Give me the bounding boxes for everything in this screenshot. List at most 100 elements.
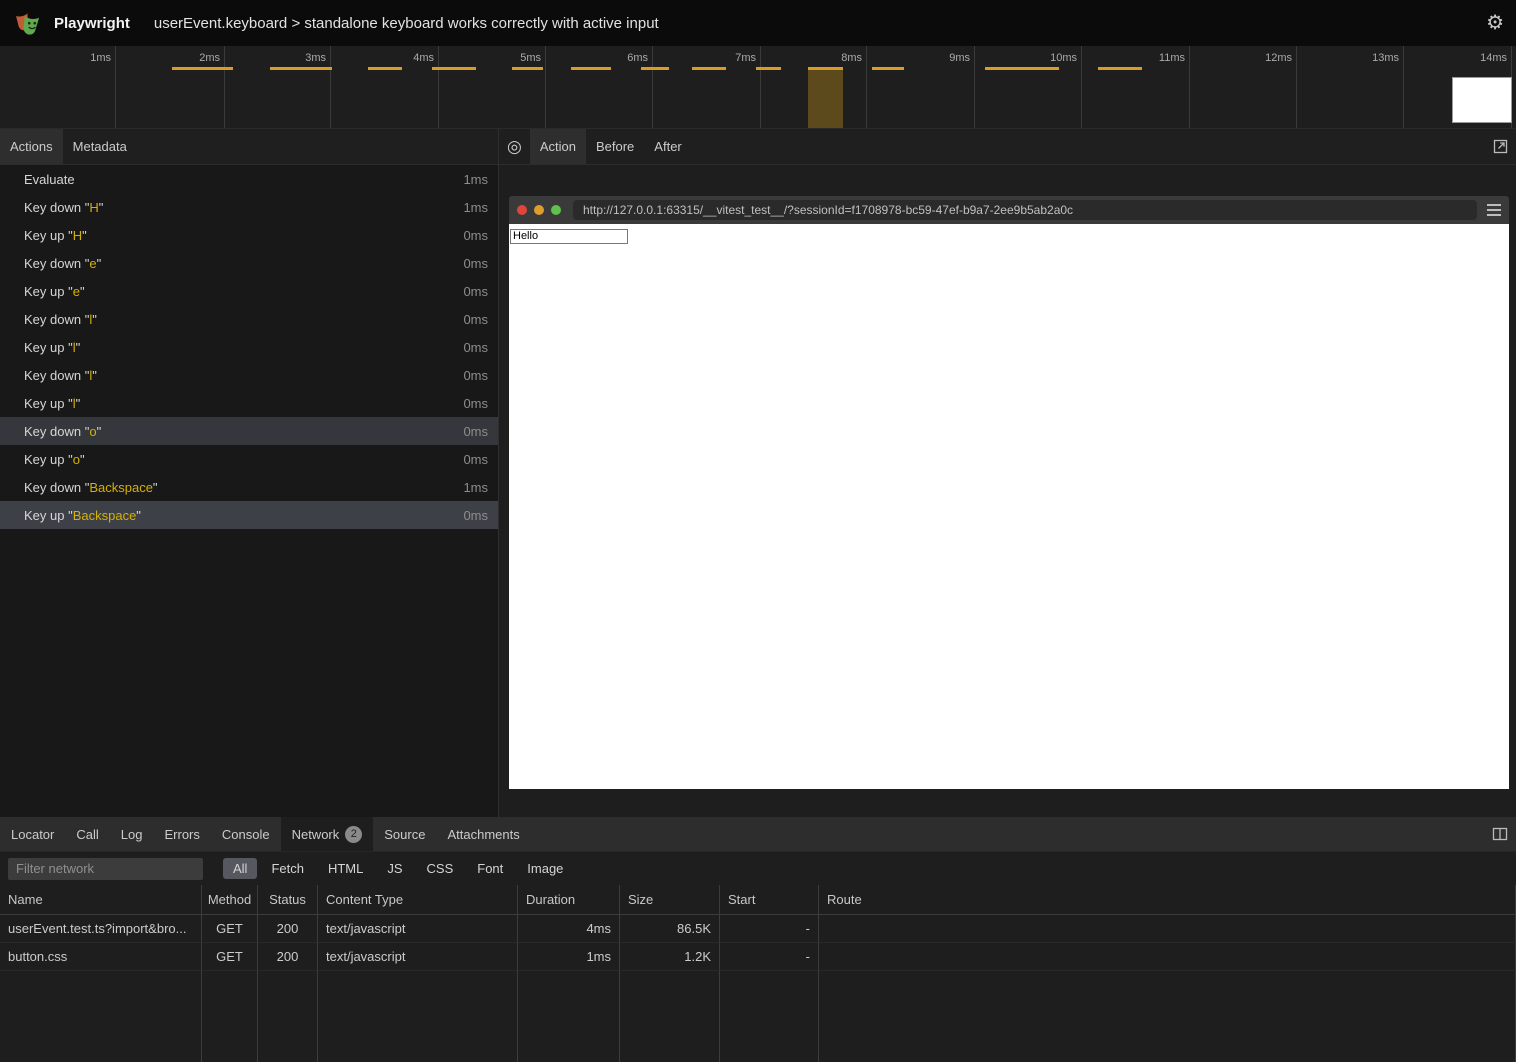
- action-row[interactable]: Evaluate1ms: [0, 165, 498, 193]
- details-tabbar: Locator Call Log ErrorsConsoleNetwork2Sourc…: [0, 817, 1516, 852]
- tab-label: Locator: [11, 827, 54, 842]
- timeline-gridline: [1296, 46, 1297, 128]
- timeline-action-bar[interactable]: [1098, 67, 1142, 70]
- timeline-tick-label: 13ms: [1372, 52, 1399, 64]
- tab-source[interactable]: Source: [373, 817, 436, 851]
- action-key-value: l: [73, 396, 76, 411]
- table-filler-cell: [0, 971, 202, 1062]
- filter-chip-image[interactable]: Image: [517, 858, 573, 879]
- filter-chip-all[interactable]: All: [223, 858, 257, 879]
- tab-actions[interactable]: Actions: [0, 129, 63, 164]
- tab-label: Actions: [10, 139, 53, 154]
- action-key-value: e: [89, 256, 96, 271]
- open-external-icon[interactable]: [1485, 129, 1516, 164]
- timeline-gridline: [760, 46, 761, 128]
- browser-chrome: http://127.0.0.1:63315/__vitest_test__/?…: [509, 196, 1509, 224]
- tab-log[interactable]: Log: [110, 817, 154, 851]
- timeline-tick-label: 5ms: [520, 52, 541, 64]
- table-cell[interactable]: 200: [258, 943, 318, 971]
- filter-chip-fetch[interactable]: Fetch: [261, 858, 314, 879]
- filter-chip-css[interactable]: CSS: [417, 858, 464, 879]
- tab-errors[interactable]: Errors: [153, 817, 210, 851]
- action-row[interactable]: Key up "l"0ms: [0, 389, 498, 417]
- column-header-method: Method: [202, 885, 258, 915]
- table-cell[interactable]: 1.2K: [620, 943, 720, 971]
- filter-chip-font[interactable]: Font: [467, 858, 513, 879]
- tab-after[interactable]: After: [644, 129, 691, 164]
- table-cell[interactable]: GET: [202, 915, 258, 943]
- dom-snapshot: http://127.0.0.1:63315/__vitest_test__/?…: [509, 196, 1509, 789]
- tab-before[interactable]: Before: [586, 129, 644, 164]
- settings-gear-icon[interactable]: ⚙: [1486, 13, 1504, 33]
- tab-action[interactable]: Action: [530, 129, 586, 164]
- timeline-action-bar[interactable]: [872, 67, 904, 70]
- timeline-strip[interactable]: 1ms2ms3ms4ms5ms6ms7ms8ms9ms10ms11ms12ms1…: [0, 46, 1516, 129]
- table-cell[interactable]: userEvent.test.ts?import&bro...: [0, 915, 202, 943]
- table-cell[interactable]: [819, 915, 1516, 943]
- table-cell[interactable]: text/javascript: [318, 943, 518, 971]
- tab-locator[interactable]: Locator: [0, 817, 65, 851]
- timeline-action-bar[interactable]: [432, 67, 476, 70]
- table-cell[interactable]: [819, 943, 1516, 971]
- filter-chip-js[interactable]: JS: [377, 858, 412, 879]
- tab-label: Log: [121, 827, 143, 842]
- timeline-action-bar[interactable]: [692, 67, 726, 70]
- action-duration: 1ms: [463, 200, 488, 215]
- tab-count-badge: 2: [345, 826, 362, 843]
- network-filter-input[interactable]: [8, 858, 203, 880]
- table-cell[interactable]: button.css: [0, 943, 202, 971]
- tab-call[interactable]: Call: [65, 817, 109, 851]
- action-row[interactable]: Key up "o"0ms: [0, 445, 498, 473]
- action-row[interactable]: Key down "l"0ms: [0, 305, 498, 333]
- address-bar: http://127.0.0.1:63315/__vitest_test__/?…: [573, 200, 1477, 220]
- timeline-action-bar[interactable]: [808, 67, 843, 70]
- table-filler-cell: [318, 971, 518, 1062]
- table-cell[interactable]: GET: [202, 943, 258, 971]
- action-row[interactable]: Key up "l"0ms: [0, 333, 498, 361]
- tab-metadata[interactable]: Metadata: [63, 129, 137, 164]
- timeline-screenshot-thumbnail[interactable]: [1452, 77, 1512, 123]
- timeline-action-bar[interactable]: [571, 67, 611, 70]
- action-row[interactable]: Key down "Backspace"1ms: [0, 473, 498, 501]
- timeline-action-bar[interactable]: [985, 67, 1059, 70]
- timeline-gridline: [330, 46, 331, 128]
- tab-console[interactable]: Console: [211, 817, 281, 851]
- filter-chip-html[interactable]: HTML: [318, 858, 373, 879]
- action-row[interactable]: Key down "e"0ms: [0, 249, 498, 277]
- table-cell[interactable]: 86.5K: [620, 915, 720, 943]
- table-cell[interactable]: 4ms: [518, 915, 620, 943]
- column-header-duration: Duration: [518, 885, 620, 915]
- split-view-icon[interactable]: [1484, 817, 1516, 851]
- table-cell[interactable]: 200: [258, 915, 318, 943]
- timeline-action-bar[interactable]: [641, 67, 669, 70]
- timeline-action-bar[interactable]: [756, 67, 781, 70]
- action-duration: 1ms: [463, 172, 488, 187]
- timeline-gridline: [866, 46, 867, 128]
- timeline-selected-range[interactable]: [808, 67, 843, 128]
- table-cell[interactable]: text/javascript: [318, 915, 518, 943]
- timeline-action-bar[interactable]: [368, 67, 402, 70]
- action-row[interactable]: Key up "e"0ms: [0, 277, 498, 305]
- timeline-action-bar[interactable]: [172, 67, 233, 70]
- action-row[interactable]: Key up "H"0ms: [0, 221, 498, 249]
- action-title: Key up "e": [24, 284, 463, 299]
- actions-tabbar: Actions Metadata: [0, 129, 498, 165]
- table-cell[interactable]: -: [720, 915, 819, 943]
- action-row[interactable]: Key up "Backspace"0ms: [0, 501, 498, 529]
- tab-attachments[interactable]: Attachments: [436, 817, 530, 851]
- timeline-action-bar[interactable]: [512, 67, 543, 70]
- timeline-action-bar[interactable]: [270, 67, 332, 70]
- network-table: NameMethodStatusContent TypeDurationSize…: [0, 885, 1516, 1062]
- test-title: userEvent.keyboard > standalone keyboard…: [154, 15, 659, 32]
- snapshot-text-input[interactable]: [510, 229, 628, 244]
- pick-locator-target-icon[interactable]: ◎: [507, 137, 522, 157]
- table-cell[interactable]: -: [720, 943, 819, 971]
- tab-network[interactable]: Network2: [281, 817, 374, 851]
- action-row[interactable]: Key down "l"0ms: [0, 361, 498, 389]
- action-key-value: o: [73, 452, 80, 467]
- table-cell[interactable]: 1ms: [518, 943, 620, 971]
- action-title: Key up "H": [24, 228, 463, 243]
- details-panel: Locator Call Log ErrorsConsoleNetwork2Sourc…: [0, 817, 1516, 1062]
- action-row[interactable]: Key down "o"0ms: [0, 417, 498, 445]
- action-row[interactable]: Key down "H"1ms: [0, 193, 498, 221]
